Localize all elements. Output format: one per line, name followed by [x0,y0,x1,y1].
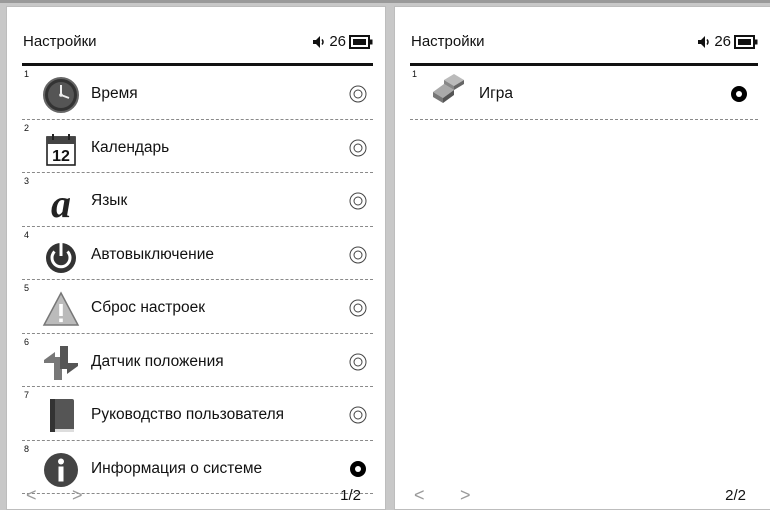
battery-icon [349,34,373,49]
radio-button[interactable] [349,299,367,317]
item-number: 8 [24,443,30,454]
radio-button[interactable] [349,192,367,210]
item-number: 4 [24,229,30,240]
list-item-user-guide[interactable]: 7 Руководство пользователя [22,387,373,441]
volume-level: 26 [329,33,346,50]
list-item-language[interactable]: 3 a Язык [22,173,373,227]
item-number: 5 [24,283,30,293]
item-label: Руководство пользователя [91,406,285,423]
battery-icon [734,34,758,49]
item-number: 6 [24,336,30,347]
item-label: Календарь [91,138,170,156]
item-label: Язык [91,192,128,209]
item-label: Время [91,85,138,102]
item-label: Автовыключение [91,245,214,263]
settings-list: 1 Время 2 12 Календарь 3 a Язык 4 Автовы… [22,66,373,494]
settings-screen-page-2: Настройки 26 1 Игра < > 2/2 [394,6,770,510]
header: Настройки 26 [22,29,373,66]
list-item-auto-power-off[interactable]: 4 Автовыключение [22,227,373,280]
list-item-game[interactable]: 1 Игра [410,66,758,120]
list-item-orientation-sensor[interactable]: 6 Датчик положения [22,334,373,387]
item-number: 1 [412,69,418,79]
next-page-button[interactable]: > [72,485,83,506]
svg-text:12: 12 [52,148,70,165]
prev-page-button[interactable]: < [414,485,425,506]
radio-button[interactable] [349,139,367,157]
item-label: Сброс настроек [91,299,206,316]
top-bar [0,0,770,3]
game-icon [433,74,464,103]
radio-button-selected[interactable] [349,460,367,478]
item-label: Датчик положения [91,352,224,370]
page-title: Настройки [411,33,485,50]
next-page-button[interactable]: > [460,485,471,506]
prev-page-button[interactable]: < [26,485,37,506]
status-area: 26 [697,33,758,50]
list-item-factory-reset[interactable]: 5 Сброс настроек [22,280,373,334]
rotation-icon [44,345,78,380]
page-indicator: 2/2 [725,487,746,504]
svg-text:a: a [51,183,71,221]
list-item-calendar[interactable]: 2 12 Календарь [22,120,373,173]
item-label: Информация о системе [91,459,263,477]
header: Настройки 26 [410,29,758,66]
settings-screen-page-1: Настройки 26 1 Время 2 12 Календарь 3 a … [6,6,386,510]
item-number: 1 [24,69,30,79]
item-label: Игра [479,85,514,102]
radio-button-selected[interactable] [730,85,748,103]
page-indicator: 1/2 [340,487,361,504]
pagination-footer: < > 1/2 [22,481,373,509]
power-icon [46,242,76,273]
radio-button[interactable] [349,353,367,371]
item-number: 2 [24,122,30,133]
warning-icon [42,291,80,326]
item-number: 7 [24,390,30,400]
speaker-icon [313,35,325,48]
pagination-footer: < > 2/2 [410,481,758,509]
clock-icon [43,77,79,113]
page-title: Настройки [23,33,97,50]
list-item-time[interactable]: 1 Время [22,66,373,120]
item-number: 3 [24,176,30,186]
volume-level: 26 [714,33,731,50]
radio-button[interactable] [349,406,367,424]
calendar-icon: 12 [46,133,76,166]
speaker-icon [698,35,710,48]
radio-button[interactable] [349,85,367,103]
status-area: 26 [312,33,373,50]
language-icon: a [51,183,71,221]
book-icon [50,399,74,432]
settings-list: 1 Игра [410,66,758,120]
radio-button[interactable] [349,246,367,264]
